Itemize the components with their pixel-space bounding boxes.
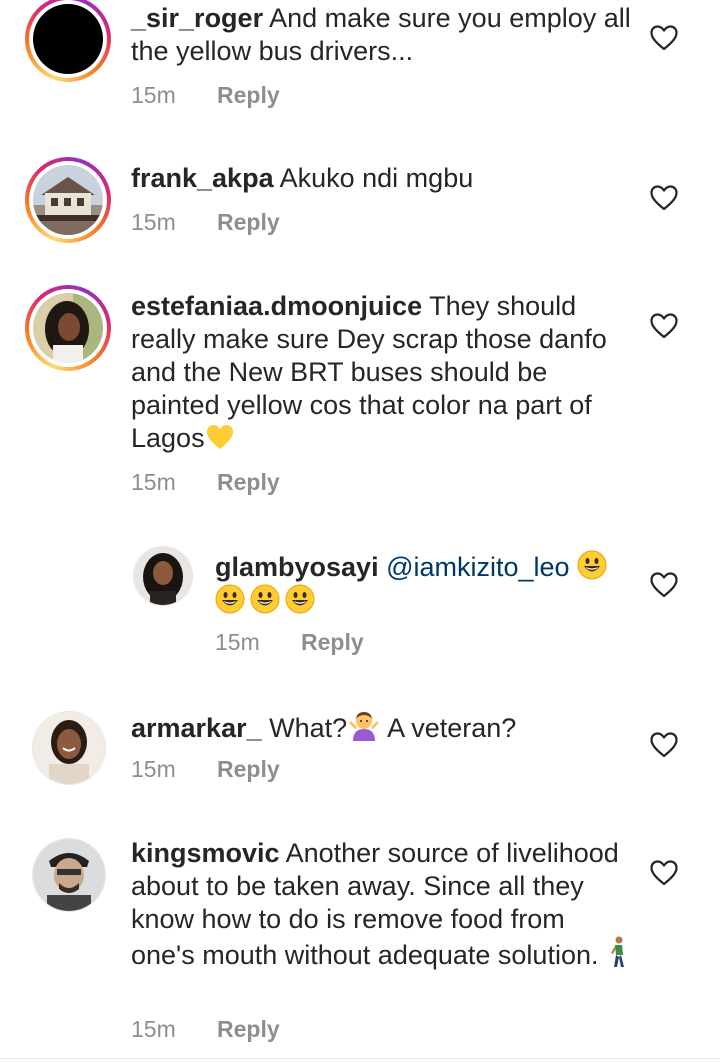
comment-username[interactable]: frank_akpa <box>131 163 274 193</box>
comment-meta: 15m Reply <box>131 207 280 237</box>
comment-text: armarkar_ What? A veteran? <box>131 709 631 745</box>
comment-time: 15m <box>131 1016 176 1042</box>
avatar <box>33 165 103 235</box>
person-photo <box>33 712 105 784</box>
grinning-face-emoji <box>215 584 245 614</box>
mention-link[interactable]: @iamkizito_leo <box>386 552 569 582</box>
grinning-face-emoji <box>285 584 315 614</box>
comment-meta: 15m Reply <box>131 1014 280 1044</box>
comment-time: 15m <box>131 209 176 235</box>
heart-icon[interactable] <box>650 860 678 886</box>
comment-meta: 15m Reply <box>131 80 280 110</box>
story-ring[interactable] <box>25 285 111 371</box>
person-photo <box>33 293 103 363</box>
person-photo <box>134 547 192 605</box>
comment-time: 15m <box>131 469 176 495</box>
comment-time: 15m <box>131 82 176 108</box>
heart-icon[interactable] <box>650 732 678 758</box>
person-photo <box>33 839 105 911</box>
heart-icon[interactable] <box>650 313 678 339</box>
comment-meta: 15m Reply <box>215 627 364 657</box>
comment-text: _sir_roger And make sure you employ all … <box>131 2 631 68</box>
story-ring[interactable] <box>25 157 111 243</box>
comment-body: Akuko ndi mgbu <box>273 163 474 193</box>
heart-icon[interactable] <box>650 572 678 598</box>
avatar <box>33 293 103 363</box>
house-photo <box>33 165 103 235</box>
comment-text: frank_akpa Akuko ndi mgbu <box>131 162 631 195</box>
comment-username[interactable]: estefaniaa.dmoonjuice <box>131 291 422 321</box>
comment-meta: 15m Reply <box>131 467 280 497</box>
person-walking-emoji <box>610 936 624 967</box>
comment-text: glambyosayi @iamkizito_leo <box>215 550 625 618</box>
comment-text: kingsmovic Another source of livelihood … <box>131 837 631 972</box>
heart-icon[interactable] <box>650 25 678 51</box>
grinning-face-emoji <box>250 584 280 614</box>
yellow-heart-emoji <box>206 425 233 449</box>
reply-button[interactable]: Reply <box>217 469 280 495</box>
avatar[interactable] <box>33 839 105 911</box>
story-ring[interactable] <box>25 0 111 82</box>
avatar[interactable] <box>33 712 105 784</box>
grinning-face-emoji <box>577 550 607 580</box>
avatar <box>33 4 103 74</box>
heart-icon[interactable] <box>650 185 678 211</box>
reply-button[interactable]: Reply <box>217 756 280 782</box>
reply-button[interactable]: Reply <box>301 629 364 655</box>
comment-text: estefaniaa.dmoonjuice They should really… <box>131 290 631 455</box>
avatar[interactable] <box>134 547 192 605</box>
comment-meta: 15m Reply <box>131 754 280 784</box>
divider <box>0 1058 720 1059</box>
person-shrugging-emoji <box>349 712 380 741</box>
reply-button[interactable]: Reply <box>217 1016 280 1042</box>
reply-button[interactable]: Reply <box>217 82 280 108</box>
comment-username[interactable]: kingsmovic <box>131 838 280 868</box>
comment-body-continued: A veteran? <box>381 713 517 743</box>
comment-username[interactable]: glambyosayi <box>215 552 379 582</box>
comment-username[interactable]: _sir_roger <box>131 3 263 33</box>
comment-username[interactable]: armarkar_ <box>131 713 262 743</box>
comment-time: 15m <box>215 629 260 655</box>
reply-button[interactable]: Reply <box>217 209 280 235</box>
comment-time: 15m <box>131 756 176 782</box>
comment-body: What? <box>261 713 348 743</box>
